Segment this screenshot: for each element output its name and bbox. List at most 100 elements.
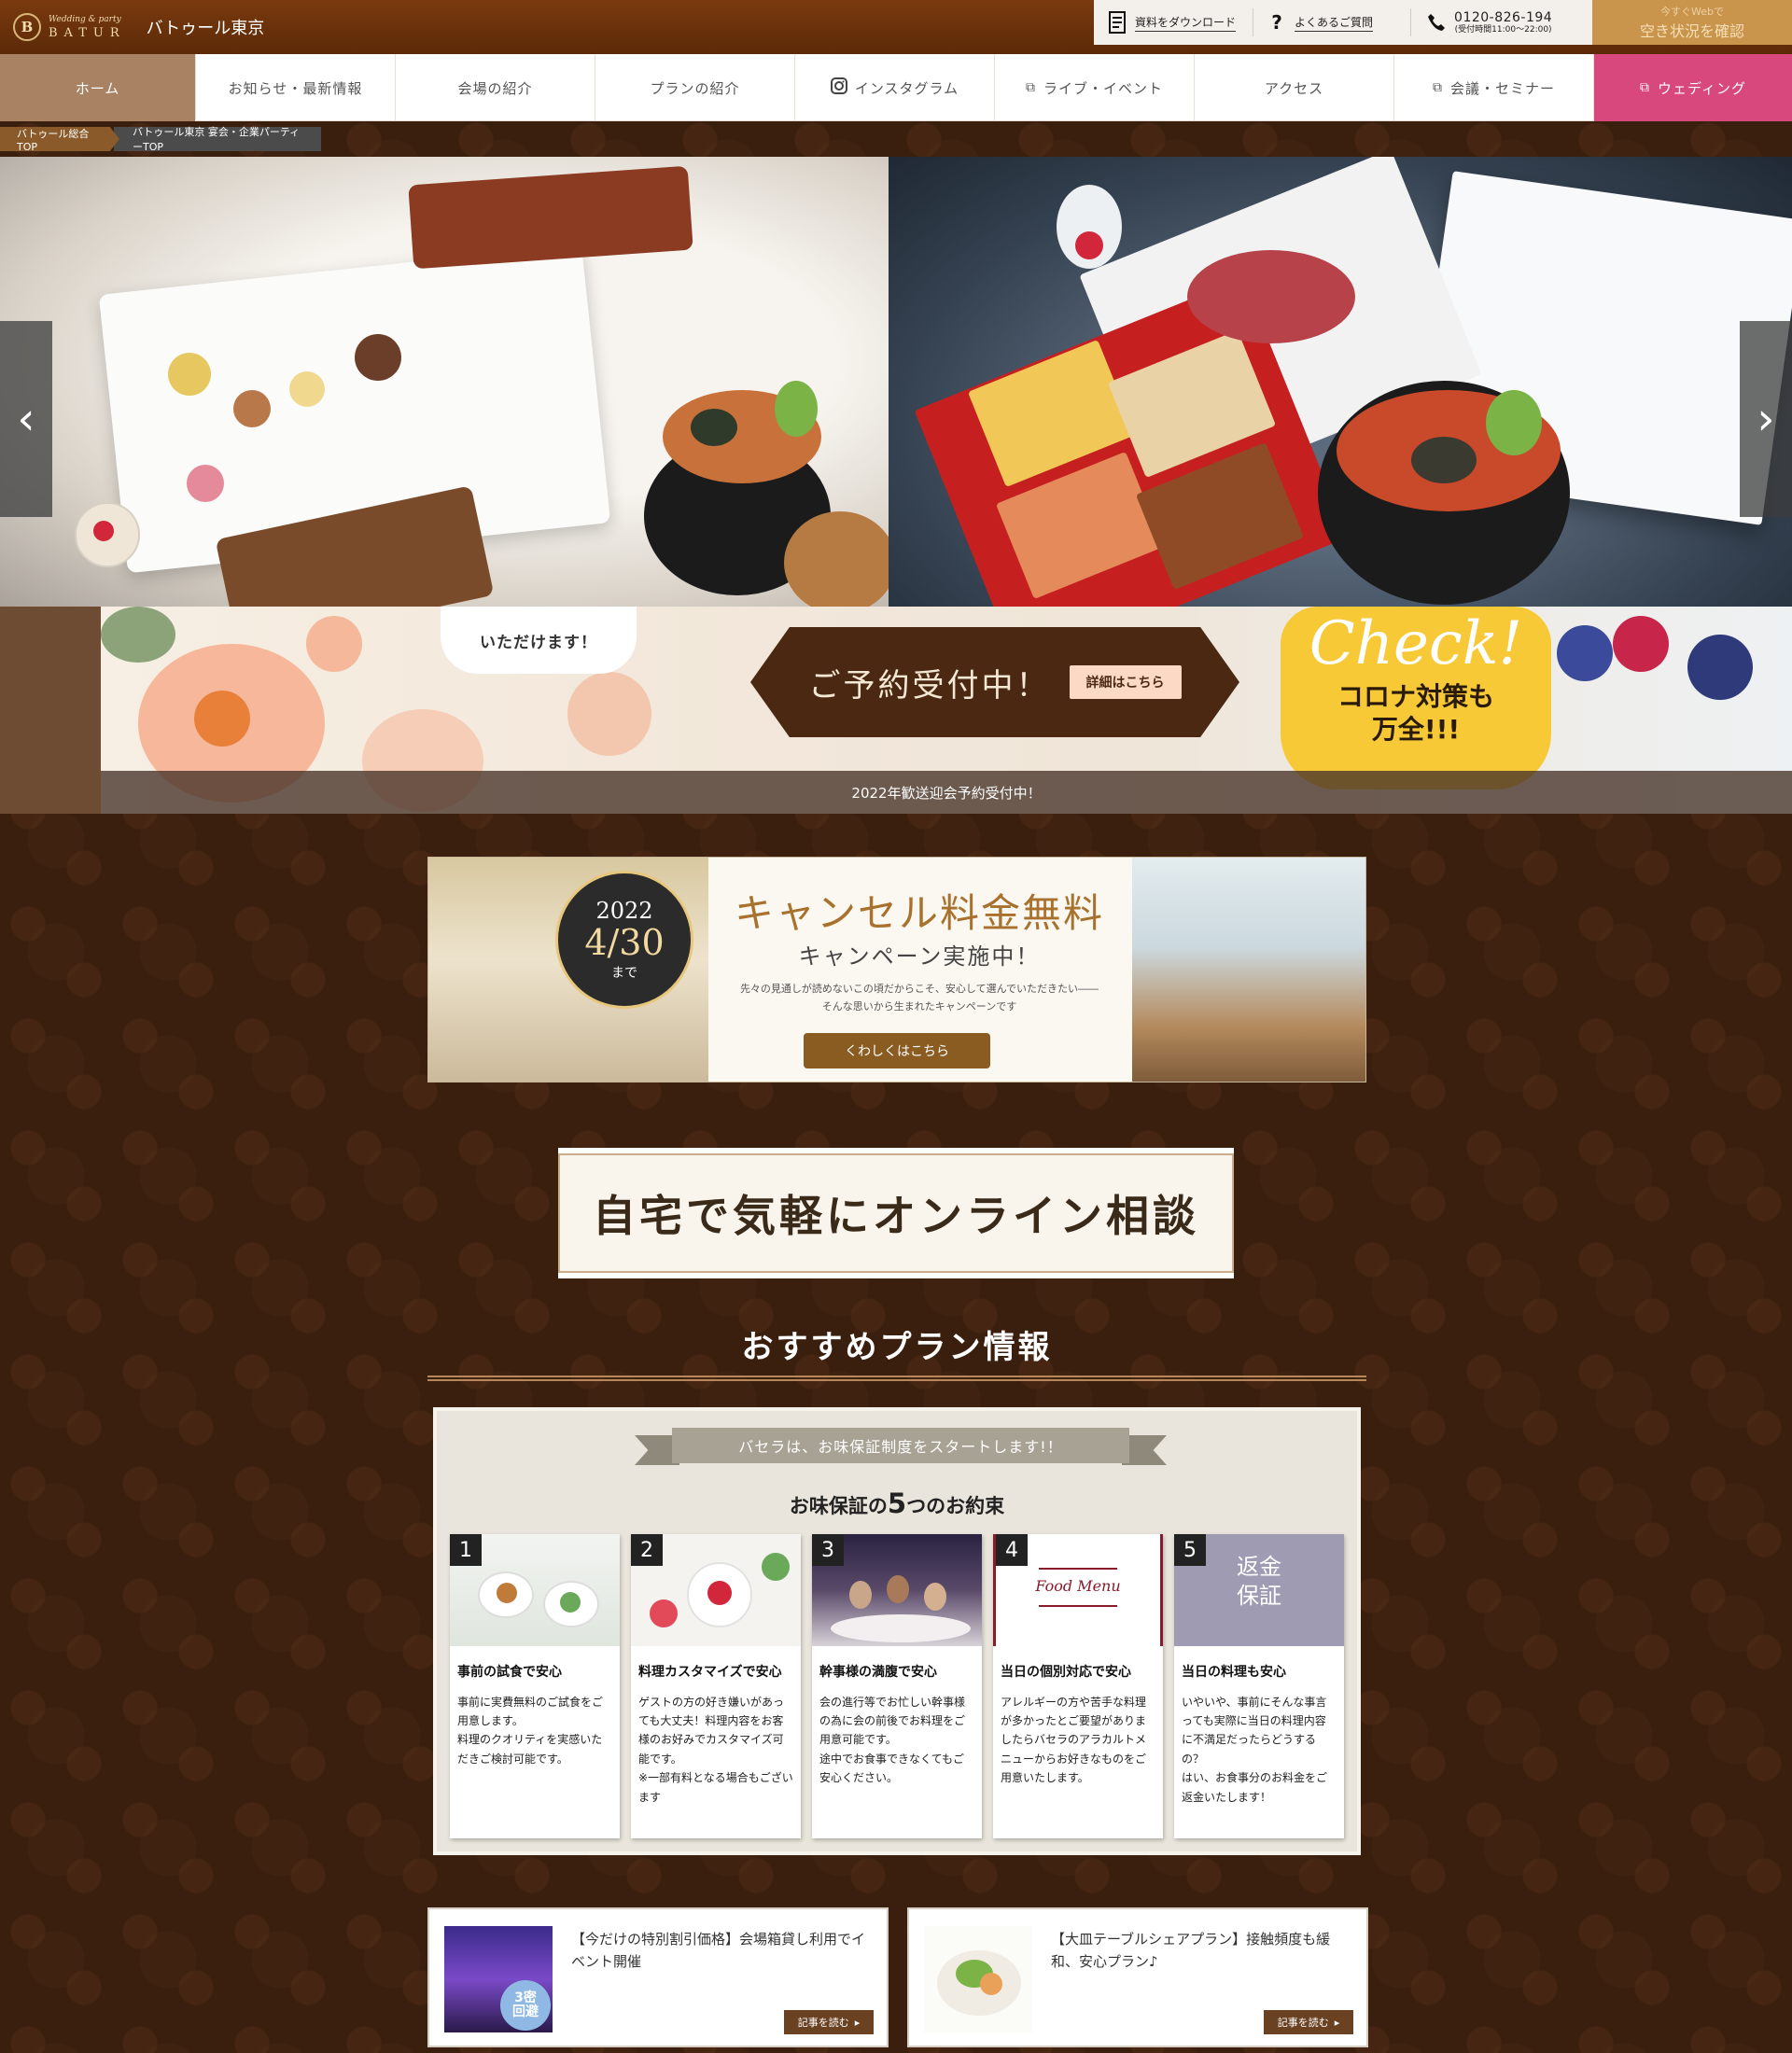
online-consult-banner[interactable]: 自宅で気軽にオンライン相談 — [558, 1148, 1234, 1278]
article-title: 【今だけの特別割引価格】会場箱貸し利用でイベント開催 — [571, 1931, 866, 1970]
card-title: 当日の個別対応で安心 — [1001, 1665, 1131, 1680]
guarantee-ribbon: バセラは、お味保証制度をスタートします!！ — [672, 1428, 1129, 1463]
logo[interactable]: B Wedding & party BATUR — [13, 13, 126, 41]
phone-number: 0120-826-194 — [1454, 9, 1553, 25]
hero-slider: ‹ › — [0, 157, 1792, 607]
campaign-description: 先々の見通しが読めないこの頃だからこそ、安心して選んでいただきたい―― そんな思… — [705, 981, 1134, 1015]
chevron-left-icon: ‹ — [17, 393, 35, 445]
card-text: ゲストの方の好き嫌いがあっても大丈夫！料理内容をお客様のお好みでカスタマイズ可能… — [638, 1695, 793, 1804]
slide-caption: 2022年歓送迎会予約受付中！ — [101, 771, 1792, 814]
nav-label: ホーム — [75, 79, 120, 97]
nav-item-wedding[interactable]: ⧉ ウェディング — [1594, 54, 1792, 121]
instagram-icon — [830, 77, 847, 98]
card-title: 当日の料理も安心 — [1182, 1665, 1286, 1680]
phone-icon — [1426, 10, 1447, 35]
document-icon — [1107, 10, 1127, 35]
promise-card: 5 返金 保証 当日の料理も安心 いやいや、事前にそんな事言っても実際に当日の料… — [1174, 1534, 1344, 1838]
badge-3-cs: 3密 回避 — [500, 1980, 551, 2031]
campaign-date-badge: 2022 4/30 まで — [555, 871, 693, 1009]
campaign-until: まで — [611, 965, 637, 981]
download-link[interactable]: 資料をダウンロード — [1107, 10, 1237, 35]
chevron-right-icon: › — [1757, 393, 1775, 445]
nav-item-access[interactable]: アクセス — [1195, 54, 1394, 121]
external-link-icon: ⧉ — [1640, 80, 1651, 95]
check-line-1: コロナ対策も — [1337, 680, 1494, 712]
article-card[interactable]: 【大皿テーブルシェアプラン】接触頻度も緩和、安心プラン♪ 記事を読む ▸ — [907, 1907, 1368, 2047]
nav-item-home[interactable]: ホーム — [0, 54, 196, 121]
card-photo: 5 返金 保証 — [1174, 1534, 1344, 1646]
campaign-subtitle: キャンペーン実施中！ — [798, 943, 1041, 970]
check-title: Check! — [1309, 609, 1523, 678]
nav-label: 会議・セミナー — [1449, 79, 1555, 97]
guarantee-text: 保証 — [1237, 1583, 1281, 1610]
online-consult-title: 自宅で気軽にオンライン相談 — [593, 1191, 1199, 1241]
nav-label: インスタグラム — [854, 79, 959, 97]
availability-button[interactable]: 今すぐWebで 空き状況を確認 — [1592, 0, 1792, 45]
campaign-date: 4/30 — [584, 922, 665, 964]
caret-right-icon: ▸ — [854, 2016, 861, 2029]
campaign-desc-line: 先々の見通しが読めないこの頃だからこそ、安心して選んでいただきたい―― — [739, 983, 1099, 995]
hero-photo-bento-box — [889, 157, 1792, 607]
promise-card: 4 Food Menu 当日の個別対応で安心 アレルギーの方や苦手な料理が多かっ… — [993, 1534, 1163, 1838]
campaign-photo-terrace — [1132, 858, 1365, 1082]
card-photo: 4 Food Menu — [993, 1534, 1163, 1646]
promise-cards: 1 事前の試食で安心 事前に実費無料のご試食をご用意します。 料理のクオリティを… — [450, 1534, 1344, 1838]
availability-sub: 今すぐWebで — [1660, 6, 1724, 18]
section-divider — [427, 1376, 1366, 1381]
utility-bar: 資料をダウンロード ? よくあるご質問 0120-826-194 (受付時間11… — [1094, 0, 1592, 45]
slider-next-button[interactable]: › — [1740, 321, 1792, 517]
card-title: 事前の試食で安心 — [457, 1665, 562, 1680]
slider-prev-button[interactable]: ‹ — [0, 321, 52, 517]
speech-bubble: いただけます！ — [441, 607, 637, 674]
campaign-details-button[interactable]: くわしくはこちら — [804, 1033, 990, 1068]
nav-label: 会場の紹介 — [457, 79, 533, 97]
logo-tagline: Wedding & party — [49, 14, 121, 24]
faq-link[interactable]: ? よくあるご質問 — [1267, 10, 1374, 35]
faq-label: よくあるご質問 — [1295, 14, 1374, 32]
nav-label: お知らせ・最新情報 — [228, 79, 363, 97]
availability-label: 空き状況を確認 — [1639, 22, 1744, 40]
breadcrumb-item-home[interactable]: バトゥール総合TOP — [0, 127, 119, 151]
external-link-icon: ⧉ — [1025, 80, 1036, 95]
phone-hours: (受付時間11:00～22:00) — [1454, 24, 1552, 35]
site-name[interactable]: バトゥール東京 — [147, 15, 265, 39]
article-thumbnail — [924, 1926, 1032, 2032]
promise-card: 2 料理カスタマイズで安心 ゲストの方の好き嫌いがあっても大丈夫！料理内容をお客… — [631, 1534, 801, 1838]
nav-item-live-events[interactable]: ⧉ ライブ・イベント — [995, 54, 1195, 121]
card-photo: 2 — [631, 1534, 801, 1646]
card-text: 会の進行等でお忙しい幹事様の為に会の前後でお料理をご用意可能です。 途中でお食事… — [819, 1695, 966, 1785]
card-text: 事前に実費無料のご試食をご用意します。 料理のクオリティを実感いただきご検討可能… — [457, 1695, 604, 1766]
promo-banner-strip: いただけます！ ご予約受付中！ 詳細はこちら Check! コロナ対策も 万全!… — [0, 607, 1792, 814]
read-article-button[interactable]: 記事を読む ▸ — [1264, 2010, 1353, 2034]
divider — [1410, 8, 1412, 36]
nav-item-plans[interactable]: プランの紹介 — [595, 54, 795, 121]
external-link-icon: ⧉ — [1432, 80, 1443, 95]
nav-label: アクセス — [1264, 79, 1324, 97]
cancel-free-campaign-banner[interactable]: 2022 4/30 まで キャンセル料金無料 キャンペーン実施中！ 先々の見通し… — [427, 857, 1366, 1082]
promise-card: 3 幹事様の満腹で安心 会の進行等でお忙しい幹事様の為に会の前後でお料理をご用意… — [812, 1534, 982, 1838]
nav-item-news[interactable]: お知らせ・最新情報 — [196, 54, 396, 121]
reserve-details-button[interactable]: 詳細はこちら — [1069, 665, 1182, 699]
promise-card: 1 事前の試食で安心 事前に実費無料のご試食をご用意します。 料理のクオリティを… — [450, 1534, 620, 1838]
nav-item-seminar[interactable]: ⧉ 会議・セミナー — [1394, 54, 1594, 121]
read-article-button[interactable]: 記事を読む ▸ — [784, 2010, 874, 2034]
hero-photo-food-table — [0, 157, 889, 607]
breadcrumb: バトゥール総合TOP バトゥール東京 宴会・企業パーティーTOP — [0, 126, 321, 153]
card-title: 料理カスタマイズで安心 — [638, 1665, 782, 1680]
nav-label: ライブ・イベント — [1043, 79, 1163, 97]
phone-link[interactable]: 0120-826-194 (受付時間11:00～22:00) — [1426, 10, 1552, 35]
reserve-title: ご予約受付中！ — [808, 666, 1051, 705]
article-title: 【大皿テーブルシェアプラン】接触頻度も緩和、安心プラン♪ — [1051, 1931, 1331, 1970]
campaign-desc-line: そんな思いから生まれたキャンペーンです — [821, 999, 1017, 1013]
card-photo: 1 — [450, 1534, 620, 1646]
check-line-2: 万全!!! — [1371, 713, 1461, 745]
article-card[interactable]: 3密 回避 【今だけの特別割引価格】会場箱貸し利用でイベント開催 記事を読む ▸ — [427, 1907, 889, 2047]
guarantee-title: お味保証の5つのお約束 — [789, 1487, 1005, 1519]
card-photo: 3 — [812, 1534, 982, 1646]
nav-item-venue[interactable]: 会場の紹介 — [396, 54, 595, 121]
card-title: 幹事様の満腹で安心 — [819, 1665, 937, 1680]
nav-label: ウェディング — [1658, 79, 1746, 97]
nav-item-instagram[interactable]: インスタグラム — [795, 54, 995, 121]
download-label: 資料をダウンロード — [1135, 14, 1237, 32]
campaign-title: キャンセル料金無料 — [734, 890, 1104, 936]
